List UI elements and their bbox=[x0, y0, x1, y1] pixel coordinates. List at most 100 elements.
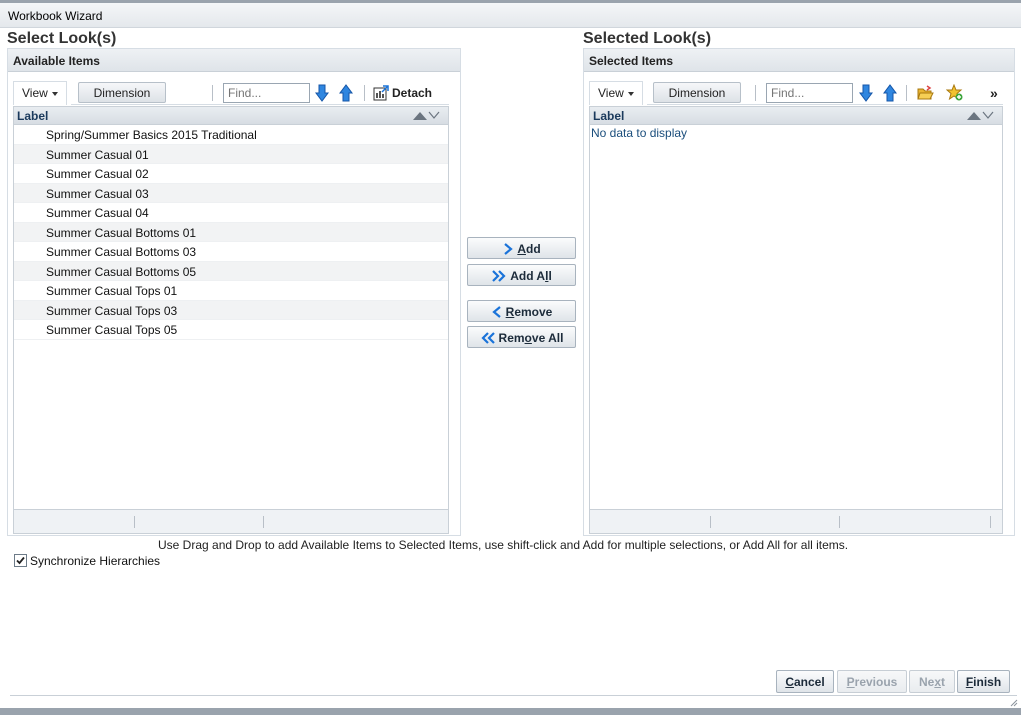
favorite-add-icon[interactable] bbox=[946, 84, 963, 101]
synchronize-hierarchies-label: Synchronize Hierarchies bbox=[30, 554, 161, 568]
list-item[interactable]: Summer Casual Tops 05 bbox=[14, 320, 448, 340]
right-find-input[interactable] bbox=[766, 83, 853, 103]
list-item[interactable]: Summer Casual 02 bbox=[14, 164, 448, 184]
empty-message: No data to display bbox=[591, 126, 688, 140]
remove-all-button[interactable]: Remove All bbox=[467, 326, 576, 348]
footer-separator bbox=[990, 516, 991, 528]
remove-label: emove bbox=[514, 305, 553, 319]
list-item-label: Summer Casual Tops 05 bbox=[46, 323, 178, 337]
available-items-panel: Available Items View Dimension Detach La… bbox=[7, 48, 461, 536]
cancel-mnemonic: C bbox=[785, 675, 794, 689]
arrow-down-icon[interactable] bbox=[859, 84, 873, 102]
list-item[interactable]: Summer Casual Tops 01 bbox=[14, 281, 448, 301]
resize-grip-icon[interactable] bbox=[1009, 698, 1018, 707]
left-section-title: Select Look(s) bbox=[7, 30, 117, 47]
list-item-label: Summer Casual 04 bbox=[46, 206, 149, 220]
dialog-titlebar[interactable]: Workbook Wizard bbox=[0, 3, 1021, 28]
selected-items-header: Selected Items bbox=[584, 49, 1014, 72]
checkbox[interactable] bbox=[14, 554, 27, 567]
grid-column-header[interactable]: Label bbox=[14, 107, 448, 125]
left-view-label: View bbox=[22, 86, 48, 100]
sort-descending-icon[interactable] bbox=[428, 111, 440, 119]
toolbar-overflow-button[interactable]: » bbox=[990, 85, 998, 101]
grid-footer bbox=[14, 509, 448, 533]
left-view-menu[interactable]: View bbox=[13, 81, 67, 105]
selected-items-title: Selected Items bbox=[589, 54, 674, 68]
sort-ascending-icon[interactable] bbox=[967, 112, 981, 120]
toolbar-separator bbox=[212, 85, 213, 101]
footer-separator bbox=[134, 516, 135, 528]
previous-button[interactable]: Previous bbox=[837, 670, 907, 693]
list-item[interactable]: Summer Casual Tops 03 bbox=[14, 300, 448, 320]
toolbar-separator bbox=[364, 85, 365, 101]
grid-column-header[interactable]: Label bbox=[590, 107, 1002, 125]
add-label: dd bbox=[526, 242, 541, 256]
remove-all-mnemonic: o bbox=[524, 331, 532, 345]
list-item[interactable]: Summer Casual 03 bbox=[14, 183, 448, 203]
label-column-header: Label bbox=[17, 109, 49, 123]
footer-separator bbox=[839, 516, 840, 528]
finish-button[interactable]: Finish bbox=[957, 670, 1010, 693]
add-all-label-post: l bbox=[548, 269, 552, 283]
dialog-title: Workbook Wizard bbox=[8, 9, 103, 23]
list-item-label: Summer Casual Tops 01 bbox=[46, 284, 178, 298]
add-button[interactable]: Add bbox=[467, 237, 576, 259]
double-chevron-right-icon bbox=[492, 270, 506, 282]
list-item-label: Summer Casual Bottoms 05 bbox=[46, 264, 197, 279]
selected-items-panel: Selected Items View Dimension » Label No… bbox=[583, 48, 1015, 536]
left-find-input[interactable] bbox=[223, 83, 310, 103]
remove-all-label-pre: Rem bbox=[498, 331, 525, 345]
toolbar-separator bbox=[755, 85, 756, 101]
detach-icon[interactable] bbox=[373, 85, 389, 101]
footer-divider bbox=[10, 695, 1017, 696]
list-item-label: Spring/Summer Basics 2015 Traditional bbox=[46, 128, 257, 142]
arrow-down-icon[interactable] bbox=[315, 84, 329, 102]
remove-all-label-post: ve All bbox=[531, 331, 564, 345]
selected-items-grid: Label No data to display bbox=[589, 106, 1003, 534]
list-item-label: Summer Casual Tops 03 bbox=[46, 303, 178, 318]
checkmark-icon bbox=[16, 556, 25, 565]
footer-separator bbox=[710, 516, 711, 528]
next-label-post: t bbox=[941, 675, 946, 689]
remove-mnemonic: R bbox=[505, 305, 515, 319]
instruction-text: Use Drag and Drop to add Available Items… bbox=[158, 538, 849, 552]
list-item[interactable]: Summer Casual Bottoms 01 bbox=[14, 222, 448, 242]
available-items-title: Available Items bbox=[13, 54, 100, 68]
list-item[interactable]: Summer Casual 01 bbox=[14, 144, 448, 164]
grid-footer bbox=[590, 509, 1002, 533]
folder-open-icon[interactable] bbox=[917, 85, 934, 101]
list-item-label: Summer Casual Bottoms 01 bbox=[46, 225, 197, 240]
add-mnemonic: A bbox=[517, 242, 526, 256]
arrow-up-icon[interactable] bbox=[339, 84, 353, 102]
right-section-title: Selected Look(s) bbox=[583, 30, 712, 47]
add-all-button[interactable]: Add All bbox=[467, 264, 576, 286]
available-items-header: Available Items bbox=[8, 49, 460, 72]
arrow-up-icon[interactable] bbox=[883, 84, 897, 102]
caret-down-icon bbox=[627, 91, 634, 96]
list-item[interactable]: Summer Casual Bottoms 05 bbox=[14, 261, 448, 281]
label-column-header: Label bbox=[593, 109, 625, 123]
list-item[interactable]: Spring/Summer Basics 2015 Traditional bbox=[14, 125, 448, 145]
detach-label[interactable]: Detach bbox=[392, 86, 432, 100]
footer-separator bbox=[263, 516, 264, 528]
chevron-right-icon bbox=[504, 243, 514, 255]
remove-button[interactable]: Remove bbox=[467, 300, 576, 322]
sort-descending-icon[interactable] bbox=[982, 111, 994, 119]
caret-down-icon bbox=[51, 91, 58, 96]
sort-ascending-icon[interactable] bbox=[413, 112, 427, 120]
cancel-label: ancel bbox=[793, 675, 825, 689]
right-dimension-button[interactable]: Dimension bbox=[653, 82, 741, 103]
left-dimension-button[interactable]: Dimension bbox=[78, 82, 166, 103]
next-button[interactable]: Next bbox=[909, 670, 955, 693]
list-item[interactable]: Summer Casual 04 bbox=[14, 203, 448, 223]
double-chevron-left-icon bbox=[480, 332, 495, 344]
right-view-menu[interactable]: View bbox=[589, 81, 643, 105]
finish-label: inish bbox=[973, 675, 1002, 689]
list-item-label: Summer Casual 02 bbox=[46, 167, 149, 181]
list-item-label: Summer Casual 03 bbox=[46, 186, 149, 201]
add-all-label-pre: Add A bbox=[510, 269, 546, 283]
cancel-button[interactable]: Cancel bbox=[776, 670, 834, 693]
toolbar-underline bbox=[71, 104, 449, 105]
toolbar-underline bbox=[647, 104, 1003, 105]
list-item[interactable]: Summer Casual Bottoms 03 bbox=[14, 242, 448, 262]
